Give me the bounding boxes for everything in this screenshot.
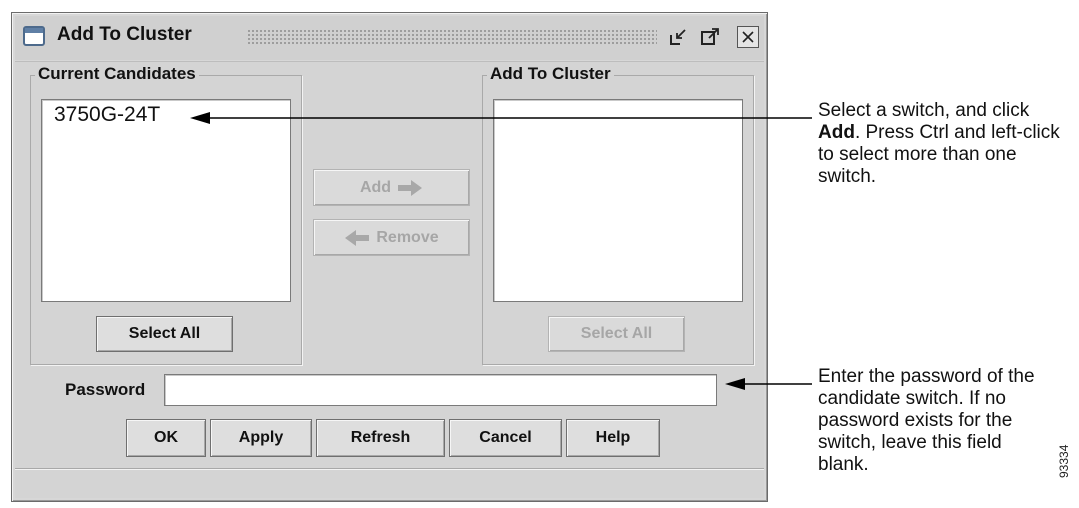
- cancel-button[interactable]: Cancel: [449, 419, 562, 457]
- password-label: Password: [65, 380, 146, 399]
- close-icon[interactable]: [737, 26, 759, 48]
- select-all-cluster-button[interactable]: Select All: [548, 316, 685, 352]
- status-bar: [15, 468, 764, 498]
- arrow-left-icon: [345, 229, 370, 246]
- refresh-button[interactable]: Refresh: [316, 419, 445, 457]
- callout-select-text: Select a switch, and click: [818, 100, 1030, 121]
- callout-password: Enter the password of the candidate swit…: [818, 366, 1035, 475]
- current-candidates-list[interactable]: 3750G-24T: [41, 99, 291, 302]
- title-bar-grip: [247, 29, 657, 46]
- remove-button[interactable]: Remove: [313, 219, 470, 256]
- remove-button-label: Remove: [376, 228, 439, 246]
- help-button[interactable]: Help: [566, 419, 660, 457]
- minimize-icon[interactable]: [667, 26, 689, 48]
- add-to-cluster-window: Add To Cluster Current Candidates 3750G-…: [11, 12, 768, 502]
- arrow-right-icon: [398, 179, 423, 196]
- callout-select-bold: Add: [818, 122, 855, 143]
- ok-button[interactable]: OK: [126, 419, 206, 457]
- add-button[interactable]: Add: [313, 169, 470, 206]
- add-to-cluster-group: Add To Cluster Select All: [482, 64, 754, 365]
- current-candidates-group: Current Candidates 3750G-24T Select All: [30, 64, 302, 365]
- add-to-cluster-list[interactable]: [493, 99, 743, 302]
- window-icon: [23, 26, 45, 46]
- select-all-candidates-button[interactable]: Select All: [96, 316, 233, 352]
- callout-select-text-end: . Press Ctrl and left-click to select mo…: [818, 122, 1060, 187]
- current-candidates-title: Current Candidates: [35, 64, 199, 84]
- window-title: Add To Cluster: [57, 24, 192, 45]
- figure-id: 93334: [1057, 444, 1071, 478]
- add-to-cluster-title: Add To Cluster: [487, 64, 614, 84]
- callout-select-switch: Select a switch, and click Add. Press Ct…: [818, 100, 1073, 188]
- add-button-label: Add: [359, 178, 392, 196]
- apply-button[interactable]: Apply: [210, 419, 312, 457]
- maximize-icon[interactable]: [699, 26, 721, 48]
- password-input[interactable]: [164, 374, 717, 406]
- dialog-content: Current Candidates 3750G-24T Select All …: [15, 61, 764, 498]
- title-bar[interactable]: Add To Cluster: [15, 16, 764, 60]
- list-item[interactable]: 3750G-24T: [54, 103, 160, 127]
